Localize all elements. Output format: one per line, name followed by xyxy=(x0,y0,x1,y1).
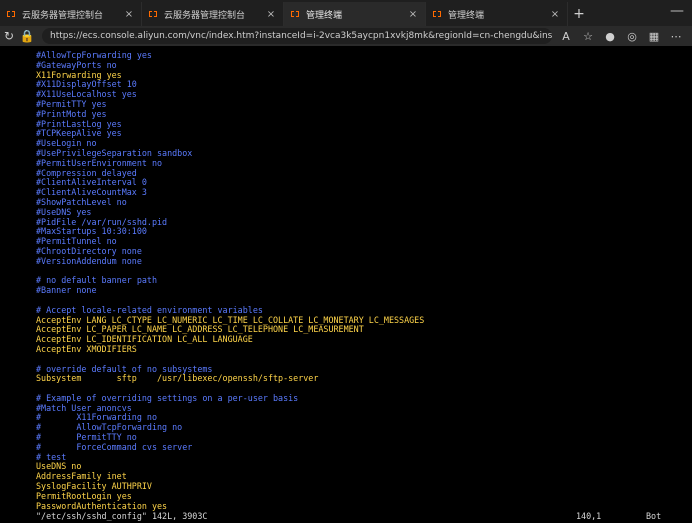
tab-3[interactable]: 管理终端 × xyxy=(426,2,568,26)
terminal-line: PasswordAuthentication yes xyxy=(36,500,168,511)
collections-icon[interactable]: ▦ xyxy=(646,28,662,44)
lock-icon[interactable]: 🔒 xyxy=(18,27,36,45)
terminal-line: # AllowTcpForwarding no xyxy=(36,422,183,433)
terminal-line: #PrintMotd yes xyxy=(36,108,107,119)
terminal-line: #AllowTcpForwarding yes xyxy=(36,50,152,60)
terminal-line: #ShowPatchLevel no xyxy=(36,196,127,207)
terminal-line: #PermitTunnel no xyxy=(36,236,117,247)
terminal-line: #ClientAliveCountMax 3 xyxy=(36,187,147,198)
vnc-terminal[interactable]: #AllowTcpForwarding yes #GatewayPorts no… xyxy=(0,46,692,523)
close-icon[interactable]: × xyxy=(265,9,277,20)
terminal-line: #MaxStartups 10:30:100 xyxy=(36,226,147,237)
close-icon[interactable]: × xyxy=(123,9,135,20)
tab-1[interactable]: 云服务器管理控制台 × xyxy=(142,2,284,26)
terminal-line: #PermitTTY yes xyxy=(36,98,107,109)
profile-icon[interactable]: ◎ xyxy=(624,28,640,44)
aliyun-icon xyxy=(290,9,300,19)
close-icon[interactable]: × xyxy=(407,9,419,20)
vim-status-line: "/etc/ssh/sshd_config" 142L, 3903C 140,1… xyxy=(0,511,692,523)
address-bar: ↻ 🔒 https://ecs.console.aliyun.com/vnc/i… xyxy=(0,26,692,46)
terminal-line: #Match User anoncvs xyxy=(36,402,132,413)
terminal-line: #X11DisplayOffset 10 xyxy=(36,79,137,90)
terminal-line: #X11UseLocalhost yes xyxy=(36,89,137,100)
terminal-line: #GatewayPorts no xyxy=(36,59,117,70)
terminal-line: # override default of no subsystems xyxy=(36,363,213,374)
refresh-icon[interactable]: ↻ xyxy=(0,27,18,45)
terminal-line: X11Forwarding yes xyxy=(36,69,122,80)
terminal-line: # Accept locale-related environment vari… xyxy=(36,304,263,315)
address-tools: A ☆ ● ◎ ▦ ⋯ xyxy=(558,28,692,44)
terminal-line: #PidFile /var/run/sshd.pid xyxy=(36,216,168,227)
tab-title: 云服务器管理控制台 xyxy=(164,10,246,21)
tab-title: 管理终端 xyxy=(306,10,343,21)
terminal-line: #UseLogin no xyxy=(36,138,97,149)
terminal-line: AcceptEnv LC_IDENTIFICATION LC_ALL LANGU… xyxy=(36,334,253,345)
terminal-line: #PermitUserEnvironment no xyxy=(36,157,163,168)
terminal-line: #VersionAddendum none xyxy=(36,255,142,266)
terminal-line: #UsePrivilegeSeparation sandbox xyxy=(36,147,193,158)
menu-icon[interactable]: ⋯ xyxy=(668,28,684,44)
terminal-line: PermitRootLogin yes xyxy=(36,490,132,501)
terminal-line: #Banner none xyxy=(36,285,97,296)
terminal-line: #ClientAliveInterval 0 xyxy=(36,177,147,188)
aliyun-icon xyxy=(148,9,158,19)
url-field[interactable]: https://ecs.console.aliyun.com/vnc/index… xyxy=(42,28,552,44)
tab-title: 云服务器管理控制台 xyxy=(22,10,104,21)
terminal-line: AcceptEnv LC_PAPER LC_NAME LC_ADDRESS LC… xyxy=(36,324,364,335)
terminal-line: #PrintLastLog yes xyxy=(36,118,122,129)
read-aloud-icon[interactable]: A xyxy=(558,28,574,44)
close-icon[interactable]: × xyxy=(549,9,561,20)
aliyun-icon xyxy=(432,9,442,19)
extension-icon[interactable]: ● xyxy=(602,28,618,44)
terminal-line: #TCPKeepAlive yes xyxy=(36,128,122,139)
terminal-line: #ChrootDirectory none xyxy=(36,245,142,256)
tab-title: 管理终端 xyxy=(448,10,485,21)
terminal-line: # Example of overriding settings on a pe… xyxy=(36,392,299,403)
browser-tab-bar: 云服务器管理控制台 × 云服务器管理控制台 × 管理终端 × 管理终端 × + … xyxy=(0,0,692,26)
terminal-line: UseDNS no xyxy=(36,461,82,472)
favorite-star-icon[interactable]: ☆ xyxy=(580,28,596,44)
terminal-line: AddressFamily inet xyxy=(36,471,127,482)
terminal-line: # X11Forwarding no xyxy=(36,412,158,423)
terminal-line: # PermitTTY no xyxy=(36,432,137,443)
minimize-icon[interactable]: — xyxy=(668,2,686,20)
new-tab-button[interactable]: + xyxy=(568,2,590,26)
terminal-line: # no default banner path xyxy=(36,275,158,286)
terminal-line: AcceptEnv LANG LC_CTYPE LC_NUMERIC LC_TI… xyxy=(36,314,425,325)
terminal-line: # test xyxy=(36,451,67,462)
tab-2[interactable]: 管理终端 × xyxy=(284,2,426,26)
status-file: "/etc/ssh/sshd_config" 142L, 3903C xyxy=(36,511,208,521)
tab-0[interactable]: 云服务器管理控制台 × xyxy=(0,2,142,26)
terminal-line: AcceptEnv XMODIFIERS xyxy=(36,343,137,354)
status-scroll: Bot xyxy=(646,511,662,521)
terminal-line: #UseDNS yes xyxy=(36,206,92,217)
terminal-line: #Compression delayed xyxy=(36,167,137,178)
terminal-line: Subsystem sftp /usr/libexec/openssh/sftp… xyxy=(36,373,319,384)
terminal-text: #AllowTcpForwarding yes #GatewayPorts no… xyxy=(0,46,692,516)
aliyun-icon xyxy=(6,9,16,19)
terminal-line: # ForceCommand cvs server xyxy=(36,441,193,452)
status-position: 140,1 xyxy=(576,511,602,521)
terminal-line: SyslogFacility AUTHPRIV xyxy=(36,481,152,492)
